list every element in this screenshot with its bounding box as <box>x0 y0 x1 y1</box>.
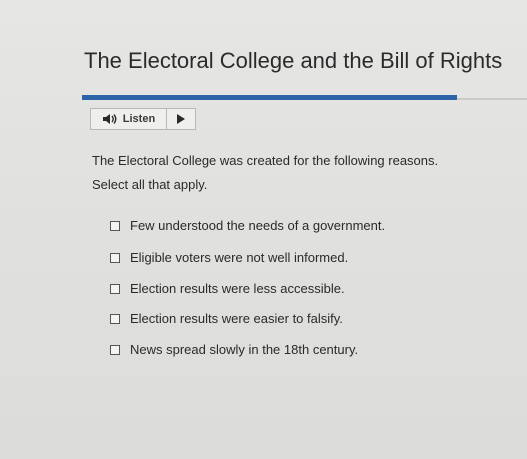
option-4[interactable]: Election results were easier to falsify. <box>110 311 343 326</box>
checkbox[interactable] <box>110 252 120 263</box>
option-label: News spread slowly in the 18th century. <box>130 342 359 357</box>
listen-button[interactable]: Listen <box>90 108 196 130</box>
checkbox[interactable] <box>110 313 120 324</box>
option-2[interactable]: Eligible voters were not well informed. <box>110 250 348 265</box>
checkbox[interactable] <box>110 283 120 294</box>
checkbox[interactable] <box>110 220 120 231</box>
question-prompt: The Electoral College was created for th… <box>92 153 439 168</box>
option-label: Election results were less accessible. <box>130 281 345 296</box>
option-1[interactable]: Few understood the needs of a government… <box>110 218 385 233</box>
title-underline <box>82 95 457 100</box>
page-title: The Electoral College and the Bill of Ri… <box>84 48 503 73</box>
listen-label: Listen <box>122 113 156 125</box>
option-5[interactable]: News spread slowly in the 18th century. <box>110 342 358 357</box>
option-label: Eligible voters were not well informed. <box>130 250 349 265</box>
option-label: Few understood the needs of a government… <box>130 218 386 233</box>
checkbox[interactable] <box>110 344 120 355</box>
option-3[interactable]: Election results were less accessible. <box>110 281 345 296</box>
option-label: Election results were easier to falsify. <box>130 311 343 326</box>
speaker-icon[interactable] <box>99 109 121 129</box>
question-instruction: Select all that apply. <box>92 177 208 192</box>
play-icon[interactable] <box>167 109 195 129</box>
divider-line <box>457 98 527 100</box>
